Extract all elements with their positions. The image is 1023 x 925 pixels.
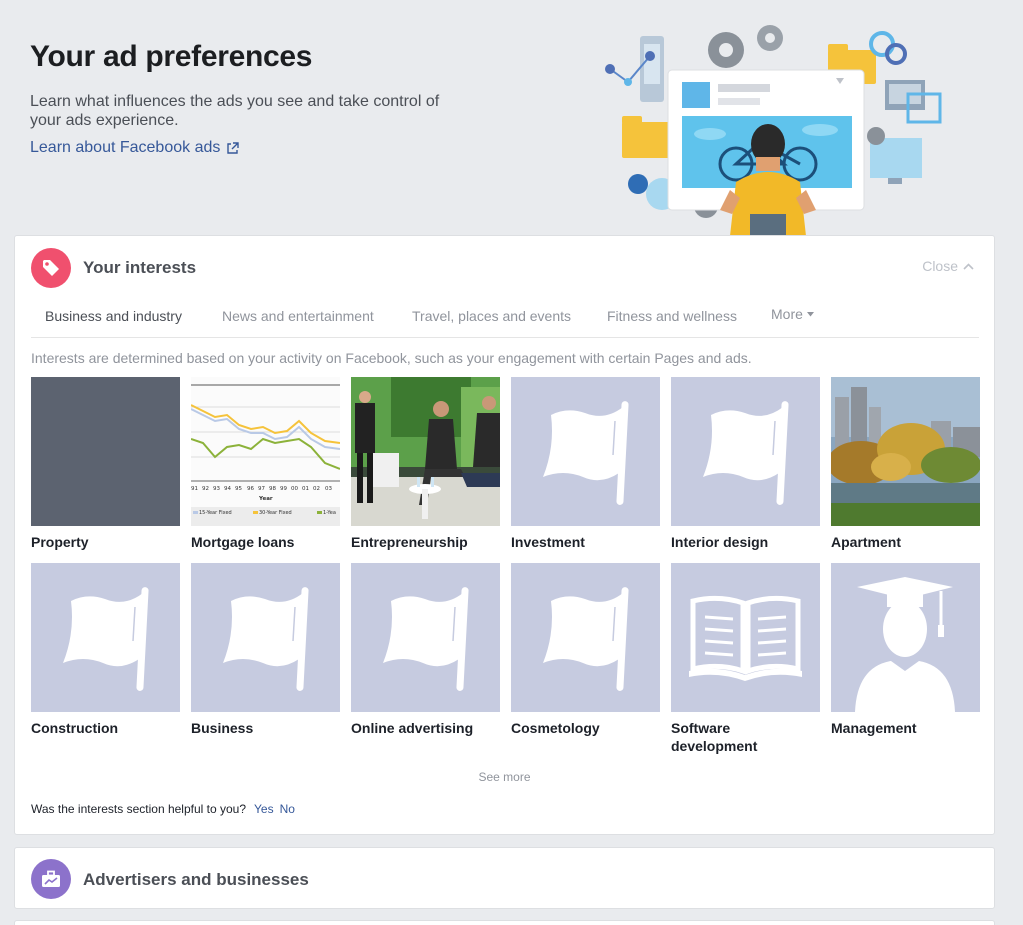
learn-about-ads-label: Learn about Facebook ads [30, 139, 221, 156]
hero-section: Your ad preferences Learn what influence… [0, 0, 1023, 236]
external-link-icon [227, 141, 240, 154]
page-description: Learn what influences the ads you see an… [30, 93, 440, 129]
interest-label: Mortgage loans [191, 534, 295, 550]
flag-icon [511, 563, 660, 712]
mortgage-chart-tick: 96 [247, 486, 254, 492]
mortgage-chart-tick: 93 [213, 486, 220, 492]
interest-tile-property[interactable]: Property [31, 377, 180, 551]
more-label: More [771, 306, 803, 322]
learn-about-ads-link[interactable]: Learn about Facebook ads [30, 139, 240, 157]
mortgage-chart-tick: 99 [280, 486, 287, 492]
mortgage-chart-tick: 01 [302, 486, 309, 492]
flag-icon [191, 563, 340, 712]
flag-icon [511, 377, 660, 526]
interest-label: Construction [31, 720, 119, 736]
interest-tile-business[interactable]: Business [191, 563, 340, 737]
interest-category-tabs: Business and industry News and entertain… [31, 298, 979, 338]
interest-label: Entrepreneurship [351, 534, 468, 550]
interest-tile-software-development[interactable]: Software development [671, 563, 820, 755]
advertisers-card[interactable]: Advertisers and businesses [14, 847, 995, 909]
helpful-question: Was the interests section helpful to you… [31, 802, 247, 816]
page-title: Your ad preferences [30, 40, 313, 73]
flag-icon [351, 563, 500, 712]
interest-tile-investment[interactable]: Investment [511, 377, 660, 551]
mortgage-chart-tick: 91 [191, 486, 198, 492]
interest-label: Management [831, 720, 917, 736]
interest-label: Interior design [671, 534, 769, 550]
mortgage-rate-chart-image: 91 92 93 94 95 96 97 98 99 00 01 02 03 Y… [191, 377, 340, 526]
interest-tile-cosmetology[interactable]: Cosmetology [511, 563, 660, 737]
mortgage-chart-legend: 30-Year Fixed [259, 510, 292, 516]
interest-label: Online advertising [351, 720, 474, 736]
interest-label: Investment [511, 534, 585, 550]
interest-label: Apartment [831, 534, 902, 550]
mortgage-chart-legend: 15-Year Fixed [199, 510, 232, 516]
mortgage-chart-tick: 95 [235, 486, 242, 492]
mortgage-chart-tick: 97 [258, 486, 265, 492]
close-section-button[interactable]: Close [922, 258, 974, 274]
close-label: Close [922, 258, 958, 274]
interest-tile-construction[interactable]: Construction [31, 563, 180, 737]
book-icon [671, 563, 820, 712]
entrepreneurship-photo [351, 377, 500, 526]
advertisers-title: Advertisers and businesses [83, 870, 309, 889]
interest-tile-management[interactable]: Management [831, 563, 980, 737]
mortgage-chart-tick: 94 [224, 486, 231, 492]
chevron-up-icon [963, 262, 974, 270]
interests-card: Your interests Close Business and indust… [14, 235, 995, 835]
interest-tile-online-advertising[interactable]: Online advertising [351, 563, 500, 737]
mortgage-chart-tick: 98 [269, 486, 276, 492]
helpful-yes-link[interactable]: Yes [254, 802, 274, 816]
city-park-photo [831, 377, 980, 526]
interest-label: Software development [671, 720, 758, 754]
mortgage-chart-tick: 92 [202, 486, 209, 492]
helpful-no-link[interactable]: No [280, 802, 295, 816]
interests-title: Your interests [83, 258, 197, 277]
see-more-button[interactable]: See more [15, 770, 994, 784]
property-image [31, 377, 180, 526]
helpful-feedback: Was the interests section helpful to you… [31, 802, 295, 816]
tab-more-dropdown[interactable]: More [771, 306, 814, 322]
interest-tile-mortgage-loans[interactable]: 91 92 93 94 95 96 97 98 99 00 01 02 03 Y… [191, 377, 340, 551]
mortgage-chart-tick: 03 [325, 486, 332, 492]
briefcase-icon [31, 859, 71, 899]
flag-icon [671, 377, 820, 526]
ads-illustration [605, 25, 942, 236]
interests-info-text: Interests are determined based on your a… [31, 350, 752, 366]
mortgage-chart-xlabel: Year [258, 496, 273, 502]
graduate-icon [831, 563, 980, 712]
mortgage-chart-tick: 02 [313, 486, 320, 492]
next-section-card [14, 920, 995, 925]
tag-icon [31, 248, 71, 288]
tab-news-and-entertainment[interactable]: News and entertainment [222, 308, 374, 324]
flag-icon [31, 563, 180, 712]
tab-business-and-industry[interactable]: Business and industry [45, 308, 182, 324]
tab-fitness-and-wellness[interactable]: Fitness and wellness [607, 308, 737, 324]
tab-travel-places-and-events[interactable]: Travel, places and events [412, 308, 571, 324]
mortgage-chart-legend: 1-Yea [323, 510, 336, 516]
interest-tile-interior-design[interactable]: Interior design [671, 377, 820, 551]
interest-label: Cosmetology [511, 720, 600, 736]
interest-tile-entrepreneurship[interactable]: Entrepreneurship [351, 377, 500, 551]
interest-tile-apartment[interactable]: Apartment [831, 377, 980, 551]
interest-label: Property [31, 534, 89, 550]
interest-label: Business [191, 720, 254, 736]
gear-icon [708, 32, 744, 68]
caret-down-icon [806, 311, 814, 316]
mortgage-chart-tick: 00 [291, 486, 298, 492]
